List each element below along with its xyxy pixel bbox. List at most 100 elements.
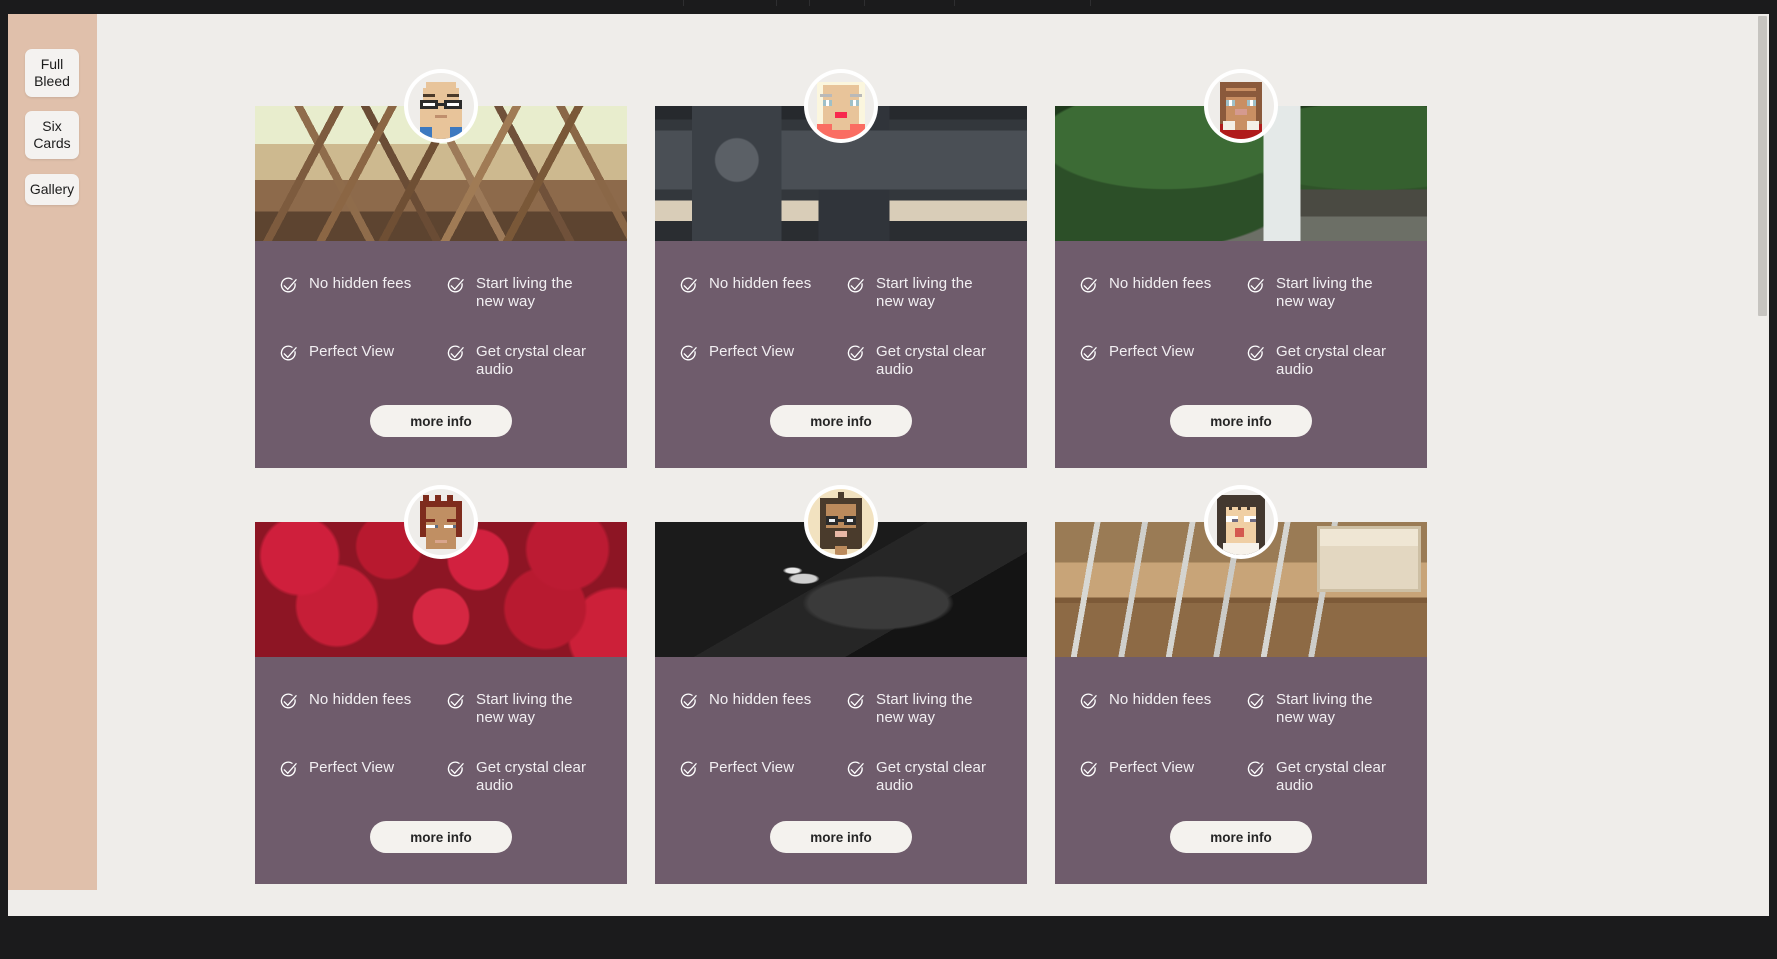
check-circle-icon bbox=[279, 344, 299, 364]
app-frame: Full Bleed Six Cards Gallery No hidden f… bbox=[0, 0, 1777, 959]
feature-label: Start living the new way bbox=[476, 691, 573, 726]
feature-item: No hidden fees bbox=[279, 691, 436, 727]
avatar-brown-hair-woman bbox=[1204, 69, 1278, 143]
card-body: No hidden fees Start living the new way … bbox=[255, 657, 627, 884]
more-info-button[interactable]: more info bbox=[1170, 821, 1312, 853]
feature-label: Perfect View bbox=[309, 343, 395, 360]
feature-label: Get crystal clear audio bbox=[876, 759, 987, 794]
check-circle-icon bbox=[1079, 344, 1099, 364]
avatar-image bbox=[1208, 73, 1274, 139]
avatar-image bbox=[808, 489, 874, 555]
card-4[interactable]: No hidden fees Start living the new way … bbox=[255, 485, 627, 884]
avatar-pixel-art bbox=[808, 489, 874, 555]
avatar-image bbox=[1208, 489, 1274, 555]
sidebar-item-six-cards[interactable]: Six Cards bbox=[25, 111, 79, 159]
feature-label: No hidden fees bbox=[309, 691, 412, 708]
check-circle-icon bbox=[279, 692, 299, 712]
chrome-tick bbox=[776, 0, 777, 6]
feature-item: Start living the new way bbox=[446, 275, 603, 311]
sidebar-item-full-bleed[interactable]: Full Bleed bbox=[25, 49, 79, 97]
feature-label: Start living the new way bbox=[476, 275, 573, 310]
feature-label: Start living the new way bbox=[1276, 691, 1373, 726]
check-circle-icon bbox=[279, 760, 299, 780]
card-body: No hidden fees Start living the new way … bbox=[1055, 657, 1427, 884]
avatar-bearded-man-glasses bbox=[804, 485, 878, 559]
feature-label: Start living the new way bbox=[876, 275, 973, 310]
window-chrome-bottom bbox=[0, 916, 1777, 959]
feature-item: Start living the new way bbox=[846, 275, 1003, 311]
avatar-pixel-art bbox=[408, 489, 474, 555]
avatar-pixel-art bbox=[1208, 489, 1274, 555]
feature-label: No hidden fees bbox=[709, 691, 812, 708]
card-1[interactable]: No hidden fees Start living the new way … bbox=[255, 69, 627, 468]
check-circle-icon bbox=[846, 344, 866, 364]
check-circle-icon bbox=[846, 692, 866, 712]
chrome-tick bbox=[809, 0, 810, 6]
avatar-image bbox=[408, 489, 474, 555]
page-scrollbar[interactable] bbox=[1756, 14, 1769, 916]
check-circle-icon bbox=[446, 760, 466, 780]
check-circle-icon bbox=[679, 344, 699, 364]
feature-label: Get crystal clear audio bbox=[876, 343, 987, 378]
feature-item: Perfect View bbox=[279, 343, 436, 379]
sidebar-item-gallery[interactable]: Gallery bbox=[25, 174, 79, 205]
feature-label: Start living the new way bbox=[1276, 275, 1373, 310]
feature-item: Get crystal clear audio bbox=[446, 759, 603, 795]
feature-item: Perfect View bbox=[1079, 343, 1236, 379]
feature-label: Start living the new way bbox=[876, 691, 973, 726]
check-circle-icon bbox=[846, 760, 866, 780]
feature-list: No hidden fees Start living the new way … bbox=[679, 691, 1003, 795]
feature-list: No hidden fees Start living the new way … bbox=[279, 691, 603, 795]
check-circle-icon bbox=[1079, 276, 1099, 296]
feature-item: No hidden fees bbox=[279, 275, 436, 311]
feature-item: Start living the new way bbox=[1246, 275, 1403, 311]
card-5[interactable]: No hidden fees Start living the new way … bbox=[655, 485, 1027, 884]
scrollbar-thumb[interactable] bbox=[1758, 16, 1767, 316]
window-chrome-top bbox=[0, 0, 1777, 14]
check-circle-icon bbox=[1079, 692, 1099, 712]
avatar-red-hair-man bbox=[404, 485, 478, 559]
feature-label: No hidden fees bbox=[1109, 275, 1212, 292]
check-circle-icon bbox=[1246, 276, 1266, 296]
feature-list: No hidden fees Start living the new way … bbox=[679, 275, 1003, 379]
feature-item: Perfect View bbox=[1079, 759, 1236, 795]
window-chrome-left bbox=[0, 14, 8, 916]
feature-list: No hidden fees Start living the new way … bbox=[1079, 275, 1403, 379]
card-3[interactable]: No hidden fees Start living the new way … bbox=[1055, 69, 1427, 468]
feature-label: Get crystal clear audio bbox=[476, 343, 587, 378]
card-body: No hidden fees Start living the new way … bbox=[1055, 241, 1427, 468]
card-body: No hidden fees Start living the new way … bbox=[255, 241, 627, 468]
sidebar-nav: Full Bleed Six Cards Gallery bbox=[8, 14, 97, 890]
avatar-pixel-art bbox=[808, 73, 874, 139]
card-6[interactable]: No hidden fees Start living the new way … bbox=[1055, 485, 1427, 884]
sidebar-item-label: Six bbox=[42, 118, 62, 134]
feature-list: No hidden fees Start living the new way … bbox=[279, 275, 603, 379]
card-body: No hidden fees Start living the new way … bbox=[655, 657, 1027, 884]
check-circle-icon bbox=[846, 276, 866, 296]
feature-label: No hidden fees bbox=[709, 275, 812, 292]
avatar-image bbox=[408, 73, 474, 139]
more-info-button[interactable]: more info bbox=[770, 405, 912, 437]
avatar-pixel-art bbox=[408, 73, 474, 139]
sidebar-item-label: Bleed bbox=[34, 73, 70, 89]
feature-label: No hidden fees bbox=[309, 275, 412, 292]
feature-label: Get crystal clear audio bbox=[476, 759, 587, 794]
card-2[interactable]: No hidden fees Start living the new way … bbox=[655, 69, 1027, 468]
check-circle-icon bbox=[1246, 760, 1266, 780]
check-circle-icon bbox=[679, 760, 699, 780]
feature-label: Perfect View bbox=[1109, 343, 1195, 360]
avatar-dark-hair-woman bbox=[1204, 485, 1278, 559]
check-circle-icon bbox=[446, 344, 466, 364]
feature-list: No hidden fees Start living the new way … bbox=[1079, 691, 1403, 795]
more-info-button[interactable]: more info bbox=[770, 821, 912, 853]
window-chrome-right bbox=[1769, 14, 1777, 916]
more-info-button[interactable]: more info bbox=[370, 405, 512, 437]
feature-item: Start living the new way bbox=[846, 691, 1003, 727]
page-viewport: Full Bleed Six Cards Gallery No hidden f… bbox=[8, 14, 1769, 916]
feature-item: Get crystal clear audio bbox=[446, 343, 603, 379]
more-info-button[interactable]: more info bbox=[370, 821, 512, 853]
chrome-tick bbox=[954, 0, 955, 6]
feature-label: Perfect View bbox=[709, 343, 795, 360]
more-info-button[interactable]: more info bbox=[1170, 405, 1312, 437]
chrome-tick bbox=[864, 0, 865, 6]
